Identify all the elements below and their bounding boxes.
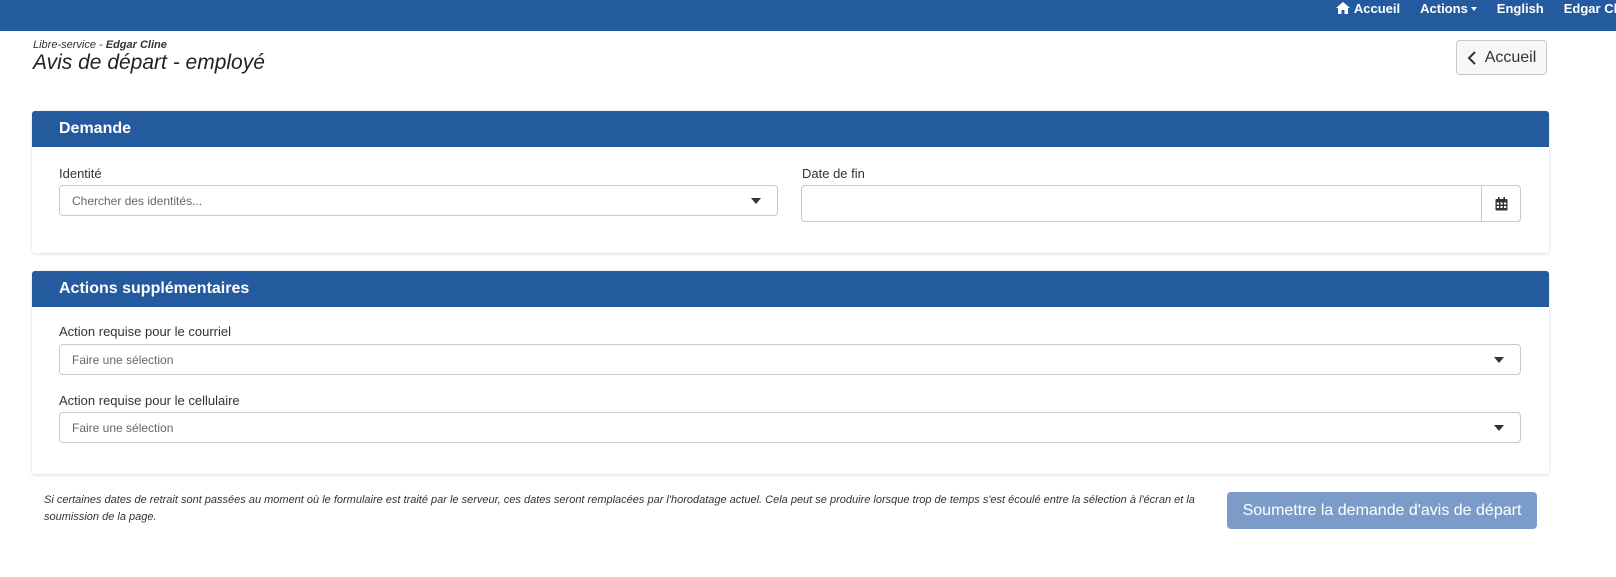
breadcrumb: Libre-service - Edgar Cline <box>33 39 167 51</box>
chevron-left-icon <box>1467 50 1476 65</box>
calendar-icon <box>1495 196 1507 210</box>
nav-user-menu[interactable]: Edgar Cline <box>1564 1 1616 16</box>
page-title: Avis de départ - employé <box>33 51 265 74</box>
mobile-action-placeholder: Faire une sélection <box>72 420 174 435</box>
nav-language-label: English <box>1496 0 1544 16</box>
caret-down-icon <box>1494 424 1504 431</box>
caret-down-icon <box>1494 356 1504 363</box>
email-action-label: Action requise pour le courriel <box>59 324 231 339</box>
mobile-action-select[interactable]: Faire une sélection <box>59 412 1521 443</box>
additional-actions-title: Actions supplémentaires <box>32 271 1549 307</box>
top-nav-menu: Accueil Actions English Edgar Cline <box>1316 0 1616 16</box>
end-date-label: Date de fin <box>802 166 865 181</box>
nav-home-label: Accueil <box>1353 0 1401 16</box>
email-action-placeholder: Faire une sélection <box>72 352 174 367</box>
nav-language-link[interactable]: English <box>1497 1 1544 16</box>
home-back-button[interactable]: Accueil <box>1456 40 1547 75</box>
request-panel: Demande Identité Chercher des identités.… <box>32 111 1549 253</box>
nav-actions-dropdown[interactable]: Actions <box>1420 1 1477 16</box>
calendar-button[interactable] <box>1481 186 1520 221</box>
request-panel-title: Demande <box>32 111 1549 147</box>
caret-down-icon <box>1470 6 1477 11</box>
breadcrumb-user: Edgar Cline <box>105 39 167 51</box>
nav-actions-label: Actions <box>1420 0 1468 16</box>
nav-home-link[interactable]: Accueil <box>1335 0 1401 16</box>
submit-request-label: Soumettre la demande d'avis de départ <box>1242 501 1522 519</box>
home-back-label: Accueil <box>1484 48 1537 66</box>
identity-label: Identité <box>59 166 102 181</box>
submit-request-button[interactable]: Soumettre la demande d'avis de départ <box>1227 492 1537 529</box>
home-icon <box>1335 2 1350 14</box>
additional-actions-panel: Actions supplémentaires Action requise p… <box>32 271 1549 474</box>
identity-placeholder: Chercher des identités... <box>72 193 203 208</box>
top-navbar: Accueil Actions English Edgar Cline <box>0 0 1616 31</box>
timestamp-note: Si certaines dates de retrait sont passé… <box>44 494 1195 523</box>
caret-down-icon <box>751 197 761 204</box>
identity-select[interactable]: Chercher des identités... <box>59 185 778 216</box>
end-date-input[interactable] <box>801 185 1521 222</box>
mobile-action-label: Action requise pour le cellulaire <box>59 393 240 408</box>
email-action-select[interactable]: Faire une sélection <box>59 344 1521 375</box>
breadcrumb-prefix: Libre-service - <box>33 39 106 51</box>
nav-user-label: Edgar Cline <box>1563 0 1616 16</box>
